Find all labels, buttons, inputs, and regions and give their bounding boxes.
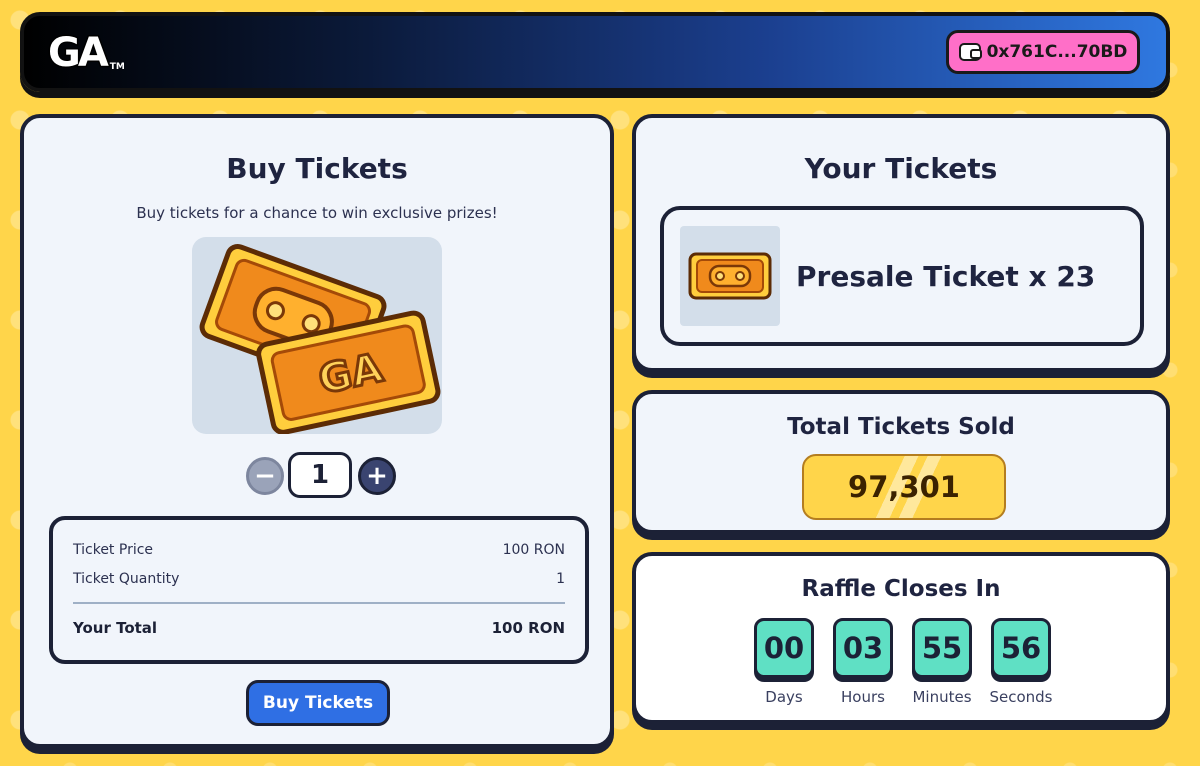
ga-logo[interactable]: GA TM [47,28,125,78]
ticket-quantity-value: 1 [556,571,565,587]
top-header: GA TM 0x761C...70BD [20,12,1170,92]
quantity-input[interactable] [288,452,352,498]
countdown-hours-value: 03 [833,618,893,678]
decrease-quantity-button[interactable]: − [246,457,284,495]
total-value: 100 RON [491,619,565,637]
raffle-title: Raffle Closes In [801,576,1001,602]
increase-quantity-button[interactable]: + [358,457,396,495]
ticket-quantity-row: Ticket Quantity 1 [73,571,565,587]
buy-tickets-subtitle: Buy tickets for a chance to win exclusiv… [136,204,498,222]
presale-ticket-item: Presale Ticket x 23 [660,206,1144,346]
total-label: Your Total [73,619,158,637]
total-sold-value: 97,301 [802,454,1006,520]
countdown-minutes-value: 55 [912,618,972,678]
wallet-button[interactable]: 0x761C...70BD [946,30,1140,74]
tickets-illustration: GA [192,237,442,434]
presale-ticket-label: Presale Ticket x 23 [796,260,1096,293]
ticket-quantity-label: Ticket Quantity [73,571,180,587]
buy-tickets-card: Buy Tickets Buy tickets for a chance to … [20,114,614,748]
your-tickets-title: Your Tickets [804,152,998,185]
summary-divider [73,602,565,604]
presale-ticket-thumbnail [680,226,780,326]
countdown-hours-label: Hours [841,688,885,706]
golden-tickets-icon: GA [199,243,441,434]
total-row: Your Total 100 RON [73,619,565,637]
total-tickets-sold-card: Total Tickets Sold 97,301 [632,390,1170,534]
ticket-price-row: Ticket Price 100 RON [73,542,565,558]
countdown-seconds-label: Seconds [989,688,1053,706]
ticket-price-label: Ticket Price [73,542,154,558]
countdown-days-label: Days [765,688,803,706]
countdown-minutes-label: Minutes [912,688,972,706]
total-sold-title: Total Tickets Sold [787,414,1015,440]
logo-trademark: TM [109,62,125,72]
raffle-countdown-card: Raffle Closes In 00 Days 03 Hours 55 Min… [632,552,1170,724]
buy-tickets-button[interactable]: Buy Tickets [246,680,390,726]
countdown-seconds-value: 56 [991,618,1051,678]
your-tickets-card: Your Tickets Presale Ticket x 23 [632,114,1170,372]
buy-tickets-title: Buy Tickets [226,152,408,185]
ticket-price-value: 100 RON [502,542,565,558]
quantity-stepper: − + [246,452,396,500]
wallet-icon [958,43,982,61]
logo-text: GA [47,29,111,78]
order-summary: Ticket Price 100 RON Ticket Quantity 1 Y… [49,516,589,664]
wallet-address: 0x761C...70BD [986,42,1128,62]
countdown-days-value: 00 [754,618,814,678]
presale-ticket-icon [688,252,772,300]
